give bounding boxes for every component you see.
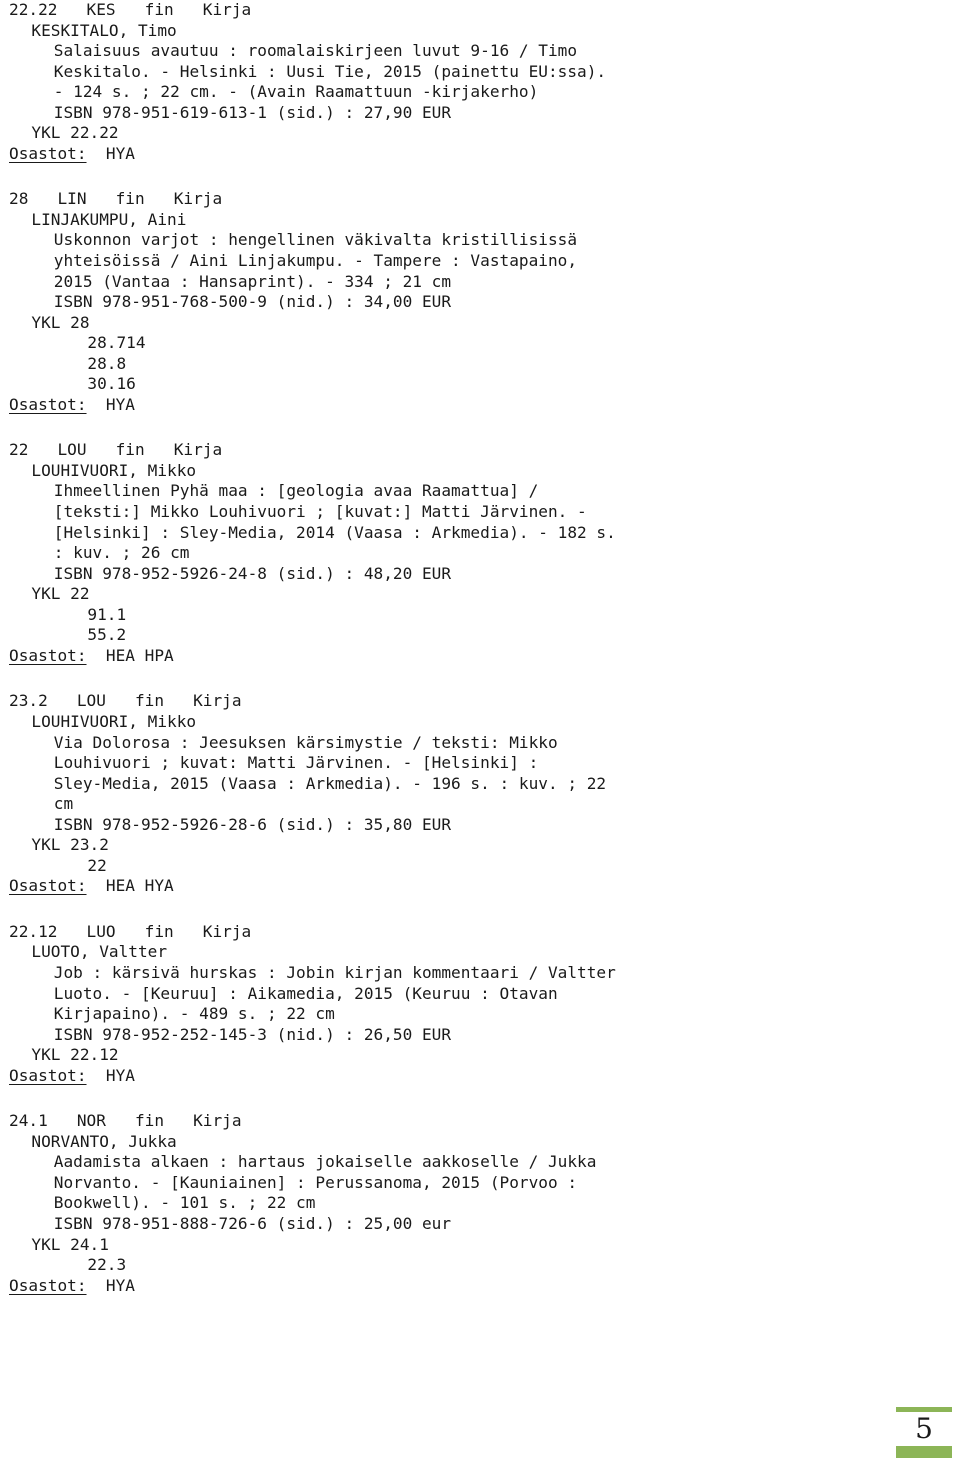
record-description-line: Norvanto. - [Kauniainen] : Perussanoma, … — [53, 1172, 578, 1192]
record-ykl-main: YKL 22.12 — [31, 1045, 119, 1065]
record-ykl-extra: 28.8 — [87, 353, 127, 373]
record-description-line: ISBN 978-952-252-145-3 (nid.) : 26,50 EU… — [53, 1024, 452, 1044]
record-osastot-line: Osastot: HYA — [9, 395, 959, 416]
catalogue-record: 23.2 LOU fin Kirja LOUHIVUORI, Mikko Via D… — [9, 691, 959, 896]
osastot-value: HYA — [86, 394, 135, 414]
catalogue-record: 28 LIN fin Kirja LINJAKUMPU, Aini Uskonnon… — [9, 189, 959, 415]
record-author-line: KESKITALO, Timo — [31, 20, 177, 40]
osastot-label: Osastot: — [9, 394, 87, 414]
record-osastot-line: Osastot: HEA HYA — [9, 876, 959, 897]
catalogue-record: 22.12 LUO fin Kirja LUOTO, Valtter Job : k… — [9, 922, 959, 1086]
record-header-line: 22.22 KES fin Kirja — [9, 0, 252, 19]
record-description-line: Via Dolorosa : Jeesuksen kärsimystie / t… — [53, 732, 558, 752]
record-description-line: Aadamista alkaen : hartaus jokaiselle aa… — [53, 1152, 597, 1172]
record-description-line: 2015 (Vantaa : Hansaprint). - 334 ; 21 c… — [53, 271, 452, 291]
record-osastot-line: Osastot: HYA — [9, 1066, 959, 1087]
page-footer: 5 — [836, 1407, 956, 1458]
record-ykl-main: YKL 22 — [31, 584, 90, 604]
record-ykl-extra: 30.16 — [87, 374, 136, 394]
record-description-line: Ihmeellinen Pyhä maa : [geologia avaa Ra… — [53, 481, 539, 501]
record-ykl-main: YKL 22.22 — [31, 123, 119, 143]
record-list: 22.22 KES fin Kirja KESKITALO, Timo Salais… — [9, 0, 959, 1321]
record-author-line: NORVANTO, Jukka — [31, 1131, 177, 1151]
osastot-value: HYA — [86, 1275, 135, 1295]
record-description-line: ISBN 978-952-5926-28-6 (sid.) : 35,80 EU… — [53, 814, 452, 834]
record-osastot-line: Osastot: HYA — [9, 1276, 959, 1297]
record-description-line: Bookwell). - 101 s. ; 22 cm — [53, 1193, 316, 1213]
record-header-line: 28 LIN fin Kirja — [9, 189, 223, 209]
record-ykl-main: YKL 24.1 — [31, 1234, 109, 1254]
record-osastot-line: Osastot: HYA — [9, 144, 959, 165]
osastot-label: Osastot: — [9, 1275, 87, 1295]
record-description-line: Kirjapaino). - 489 s. ; 22 cm — [53, 1004, 335, 1024]
document-page: 22.22 KES fin Kirja KESKITALO, Timo Salais… — [0, 0, 960, 1466]
record-author-line: LINJAKUMPU, Aini — [31, 209, 187, 229]
record-description-line: cm — [53, 794, 74, 814]
osastot-value: HYA — [86, 1065, 135, 1085]
record-osastot-line: Osastot: HEA HPA — [9, 646, 959, 667]
record-author-line: LOUHIVUORI, Mikko — [31, 711, 197, 731]
record-ykl-main: YKL 23.2 — [31, 835, 109, 855]
record-author-line: LUOTO, Valtter — [31, 942, 168, 962]
record-ykl-extra: 91.1 — [87, 604, 127, 624]
osastot-label: Osastot: — [9, 143, 87, 163]
page-number: 5 — [915, 1412, 933, 1445]
osastot-value: HEA HPA — [86, 645, 174, 665]
catalogue-record: 24.1 NOR fin Kirja NORVANTO, Jukka Aadamis… — [9, 1111, 959, 1296]
record-description-line: ISBN 978-952-5926-24-8 (sid.) : 48,20 EU… — [53, 563, 452, 583]
record-description-line: Uskonnon varjot : hengellinen väkivalta … — [53, 230, 578, 250]
catalogue-record: 22.22 KES fin Kirja KESKITALO, Timo Salais… — [9, 0, 959, 164]
record-description-line: ISBN 978-951-619-613-1 (sid.) : 27,90 EU… — [53, 102, 452, 122]
catalogue-record: 22 LOU fin Kirja LOUHIVUORI, Mikko Ihmeell… — [9, 440, 959, 666]
record-description-line: : kuv. ; 26 cm — [53, 543, 190, 563]
record-author-line: LOUHIVUORI, Mikko — [31, 460, 197, 480]
record-header-line: 22 LOU fin Kirja — [9, 440, 223, 460]
record-description-line: Louhivuori ; kuvat: Matti Järvinen. - [H… — [53, 753, 539, 773]
record-header-line: 24.1 NOR fin Kirja — [9, 1111, 242, 1131]
record-ykl-extra: 28.714 — [87, 333, 146, 353]
osastot-label: Osastot: — [9, 645, 87, 665]
record-ykl-extra: 55.2 — [87, 625, 127, 645]
record-description-line: ISBN 978-951-888-726-6 (sid.) : 25,00 eu… — [53, 1213, 452, 1233]
record-description-line: [Helsinki] : Sley-Media, 2014 (Vaasa : A… — [53, 522, 616, 542]
record-description-line: Salaisuus avautuu : roomalaiskirjeen luv… — [53, 41, 578, 61]
record-description-line: yhteisöissä / Aini Linjakumpu. - Tampere… — [53, 251, 578, 271]
footer-rule-bottom — [896, 1446, 952, 1458]
record-description-line: [teksti:] Mikko Louhivuori ; [kuvat:] Ma… — [53, 502, 587, 522]
record-ykl-extra: 22 — [87, 855, 107, 875]
osastot-label: Osastot: — [9, 1065, 87, 1085]
record-description-line: Job : kärsivä hurskas : Jobin kirjan kom… — [53, 962, 616, 982]
record-description-line: Keskitalo. - Helsinki : Uusi Tie, 2015 (… — [53, 61, 607, 81]
record-header-line: 23.2 LOU fin Kirja — [9, 691, 242, 711]
record-description-line: Luoto. - [Keuruu] : Aikamedia, 2015 (Keu… — [53, 983, 558, 1003]
record-ykl-extra: 22.3 — [87, 1255, 127, 1275]
record-description-line: - 124 s. ; 22 cm. - (Avain Raamattuun -k… — [53, 82, 539, 102]
osastot-value: HEA HYA — [86, 876, 174, 896]
record-description-line: ISBN 978-951-768-500-9 (nid.) : 34,00 EU… — [53, 292, 452, 312]
record-header-line: 22.12 LUO fin Kirja — [9, 921, 252, 941]
osastot-value: HYA — [86, 143, 135, 163]
record-ykl-main: YKL 28 — [31, 312, 90, 332]
osastot-label: Osastot: — [9, 876, 87, 896]
record-description-line: Sley-Media, 2015 (Vaasa : Arkmedia). - 1… — [53, 773, 607, 793]
